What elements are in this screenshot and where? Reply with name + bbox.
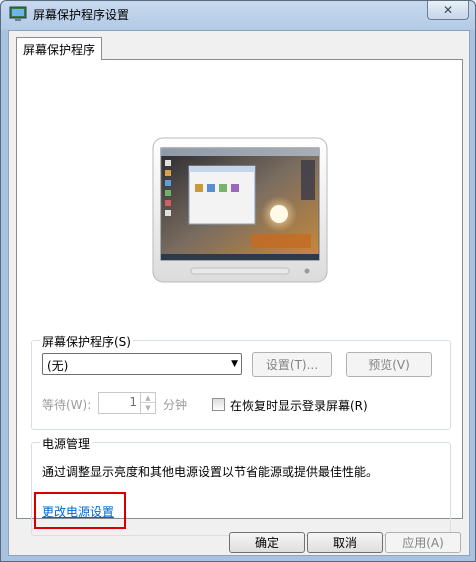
power-description: 通过调整显示亮度和其他电源设置以节省能源或提供最佳性能。 xyxy=(42,465,379,479)
wait-minutes-value: 1 xyxy=(129,395,137,409)
tab-panel: 屏幕保护程序(S) (无) ▼ 设置(T)... 预览(V) 等待(W): 1 … xyxy=(16,59,463,536)
dialog-window: 屏幕保护程序设置 ✕ 屏幕保护程序 屏幕保护程序(S) (无) ▼ 设置(T).… xyxy=(0,0,476,562)
tab-screensaver[interactable]: 屏幕保护程序 xyxy=(16,37,103,60)
wait-label: 等待(W): xyxy=(42,398,92,412)
resume-login-label[interactable]: 在恢复时显示登录屏幕(R) xyxy=(230,397,368,414)
apply-button-label: 应用(A) xyxy=(402,536,444,550)
window-title: 屏幕保护程序设置 xyxy=(33,8,130,22)
wait-unit: 分钟 xyxy=(163,398,188,412)
wait-minutes-stepper[interactable]: 1 ▲ ▼ xyxy=(98,392,156,414)
screensaver-group-label: 屏幕保护程序(S) xyxy=(40,333,133,350)
settings-button[interactable]: 设置(T)... xyxy=(252,352,332,377)
link-highlight-box xyxy=(34,492,126,529)
close-button[interactable]: ✕ xyxy=(427,1,469,20)
ok-button-label: 确定 xyxy=(254,536,279,550)
screensaver-group: 屏幕保护程序(S) (无) ▼ 设置(T)... 预览(V) 等待(W): 1 … xyxy=(31,333,451,430)
apply-button[interactable]: 应用(A) xyxy=(385,532,461,553)
stepper-down-icon[interactable]: ▼ xyxy=(141,403,155,413)
cancel-button[interactable]: 取消 xyxy=(307,532,383,553)
power-group: 电源管理 通过调整显示亮度和其他电源设置以节省能源或提供最佳性能。 更改电源设置 xyxy=(31,435,451,536)
close-icon: ✕ xyxy=(442,3,454,17)
ok-button[interactable]: 确定 xyxy=(229,532,305,553)
cancel-button-label: 取消 xyxy=(332,536,357,550)
stepper-arrows: ▲ ▼ xyxy=(140,393,155,413)
tab-label: 屏幕保护程序 xyxy=(23,42,96,57)
screensaver-select[interactable]: (无) ▼ xyxy=(42,353,242,375)
monitor-preview-image xyxy=(152,137,328,283)
screensaver-app-icon xyxy=(9,6,27,21)
title-bar[interactable]: 屏幕保护程序设置 ✕ xyxy=(1,1,475,27)
screensaver-select-value: (无) xyxy=(47,359,69,373)
resume-login-checkbox[interactable] xyxy=(212,398,225,411)
dialog-client: 屏幕保护程序 屏幕保护程序(S) (无) ▼ 设置(T)... 预览(V) 等待… xyxy=(8,30,470,556)
settings-button-label: 设置(T)... xyxy=(265,358,319,372)
power-group-label: 电源管理 xyxy=(40,435,93,452)
stepper-up-icon[interactable]: ▲ xyxy=(141,393,155,403)
preview-button[interactable]: 预览(V) xyxy=(346,352,432,377)
chevron-down-icon: ▼ xyxy=(231,359,238,369)
preview-button-label: 预览(V) xyxy=(368,358,410,372)
